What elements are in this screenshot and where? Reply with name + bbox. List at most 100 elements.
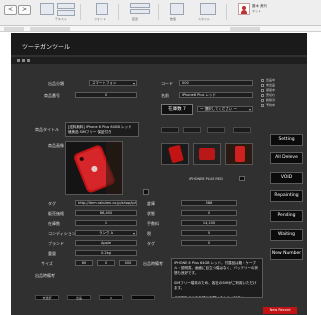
tax-label: 税 xyxy=(147,231,151,236)
toolbar-icon[interactable] xyxy=(27,59,30,62)
note-option-c[interactable]: 0 xyxy=(99,295,123,300)
note-option-b[interactable]: 出品 xyxy=(67,295,91,300)
stock-label: 在庫数 xyxy=(48,221,60,226)
status-checkbox[interactable] xyxy=(261,94,264,97)
border-icon[interactable] xyxy=(57,10,75,16)
fee-field[interactable]: 14,100 xyxy=(181,220,237,226)
image-action-3[interactable] xyxy=(207,127,225,133)
name-field[interactable]: iPhone6 Plus レッド xyxy=(179,92,253,98)
image-label: 商品画像 xyxy=(48,143,64,148)
pending-button[interactable]: Pending xyxy=(270,210,303,222)
ribbon-separator xyxy=(118,4,119,20)
new-record-button[interactable]: New Record xyxy=(263,307,297,314)
size-field[interactable]: 60 xyxy=(75,260,93,266)
ribbon-separator xyxy=(226,4,227,20)
align-icon[interactable] xyxy=(130,3,150,8)
weight-label: 重量 xyxy=(48,251,56,256)
paste-icon[interactable] xyxy=(40,3,54,15)
thumbnail-2[interactable] xyxy=(193,143,221,165)
price-label: 販売価格 xyxy=(48,211,64,216)
size-label: サイズ xyxy=(41,261,53,266)
ribbon-separator xyxy=(158,4,159,20)
image-action-1[interactable] xyxy=(161,127,179,133)
note-option-a[interactable]: 未選択 xyxy=(35,295,59,300)
formula-input[interactable] xyxy=(30,27,70,31)
status-checkbox-label: 未出品 xyxy=(266,83,276,87)
brand-field[interactable]: Apple xyxy=(75,240,137,246)
red-iphone-image xyxy=(66,142,122,194)
item-title-field[interactable]: [送料無料] iPhone 6 Plus 64GB レッド 極美品 SIMフリー… xyxy=(65,122,139,137)
image-action-4[interactable] xyxy=(233,127,251,133)
wrap-icon[interactable] xyxy=(130,9,150,14)
user-status: ネット xyxy=(252,9,262,13)
red-phone-thumb-icon xyxy=(194,144,220,164)
description-field[interactable]: iPHONE 6 Plus 64GB レッド。付属品は箱・ケーブル・説明書。画面… xyxy=(171,258,263,298)
status-checkbox[interactable] xyxy=(261,99,264,102)
status-checkbox[interactable] xyxy=(261,89,264,92)
link-label: タグ xyxy=(48,201,56,206)
image-nav-button[interactable] xyxy=(143,189,149,195)
note-option-d[interactable] xyxy=(131,295,155,300)
image-action-2[interactable] xyxy=(183,127,201,133)
forward-button[interactable]: > xyxy=(18,5,31,15)
sheet-selector[interactable] xyxy=(230,27,260,31)
tax-field[interactable]: 0 xyxy=(181,230,237,236)
note-label: 出品時備考 xyxy=(35,273,55,278)
condition-select[interactable]: ランク A xyxy=(75,230,137,236)
status-field[interactable]: 0 xyxy=(181,210,237,216)
store-field[interactable]: 0 xyxy=(97,260,115,266)
setting-button[interactable]: Setting xyxy=(270,134,303,146)
style-icon[interactable] xyxy=(200,3,216,15)
category-label: 出品分類 xyxy=(48,81,64,86)
thumbnail-3[interactable] xyxy=(225,143,253,165)
code-display[interactable]: 000 xyxy=(179,80,253,86)
app-title: ツーテガンツール xyxy=(22,44,71,51)
tool-form: ツーテガンツール 出品分類 スマートフォン 商品番号 0 商品タイトル [送料無… xyxy=(11,33,307,315)
form-toolbar xyxy=(11,57,307,64)
new-number-button[interactable]: New Number xyxy=(270,248,303,260)
ribbon-group-align: 配置 xyxy=(132,17,139,21)
category-select[interactable]: スマートフォン xyxy=(89,80,137,86)
weight-field[interactable]: 0.2kg xyxy=(75,250,137,256)
format-icon[interactable] xyxy=(57,3,75,9)
status-checkbox[interactable] xyxy=(261,79,264,82)
stock-field[interactable]: 1 xyxy=(75,220,137,226)
name-box[interactable] xyxy=(4,27,24,31)
caption-button[interactable] xyxy=(239,176,245,181)
variant-select[interactable]: ー 選択してください ー xyxy=(197,106,253,112)
link-field[interactable]: http://item.rakuten.co.jp/shop/iphone6pl… xyxy=(75,200,137,206)
back-button[interactable]: < xyxy=(4,5,17,15)
status-checkbox[interactable] xyxy=(261,104,264,107)
waiting-button[interactable]: Waiting xyxy=(270,229,303,241)
thumbnail-1[interactable] xyxy=(161,143,189,165)
formula-bar xyxy=(0,26,321,32)
toolbar-icon[interactable] xyxy=(22,59,25,62)
price-field[interactable]: 86,400 xyxy=(75,210,137,216)
status-checkbox[interactable] xyxy=(261,84,264,87)
status-checkbox-label: 保留中 xyxy=(266,88,276,92)
tag-field[interactable]: 0 xyxy=(181,240,237,246)
condition-label: コンディション xyxy=(48,231,76,236)
avatar-body-icon xyxy=(241,10,247,14)
item-title-label: 商品タイトル xyxy=(35,127,59,132)
brand-label: ブランド xyxy=(48,241,64,246)
ribbon-group-text: テキスト xyxy=(55,17,67,21)
sku-field[interactable]: 0 xyxy=(75,92,137,98)
form-titlebar: ツーテガンツール xyxy=(11,33,307,55)
repainting-button[interactable]: Repainting xyxy=(270,190,303,202)
user-avatar[interactable] xyxy=(238,3,250,15)
ribbon-group-style: スタイル xyxy=(198,17,211,21)
number-format-icon[interactable] xyxy=(170,3,184,15)
code-field[interactable]: 000 xyxy=(119,260,137,266)
toolbar-icon[interactable] xyxy=(17,59,20,62)
warehouse-field[interactable]: 586 xyxy=(181,200,237,206)
warehouse-label: 倉庫 xyxy=(147,201,155,206)
ribbon-separator xyxy=(80,4,81,20)
font-icon[interactable] xyxy=(96,3,108,15)
red-phone-thumb-icon xyxy=(162,144,188,164)
product-image xyxy=(65,141,123,195)
excel-ribbon: < > テキスト フォント 配置 数値 スタイル 藤木 美代 ネット xyxy=(0,0,321,26)
void-button[interactable]: VOID xyxy=(270,172,303,184)
name-label: 名前 xyxy=(161,93,169,98)
all-deleve-button[interactable]: All Deleve xyxy=(270,152,303,164)
